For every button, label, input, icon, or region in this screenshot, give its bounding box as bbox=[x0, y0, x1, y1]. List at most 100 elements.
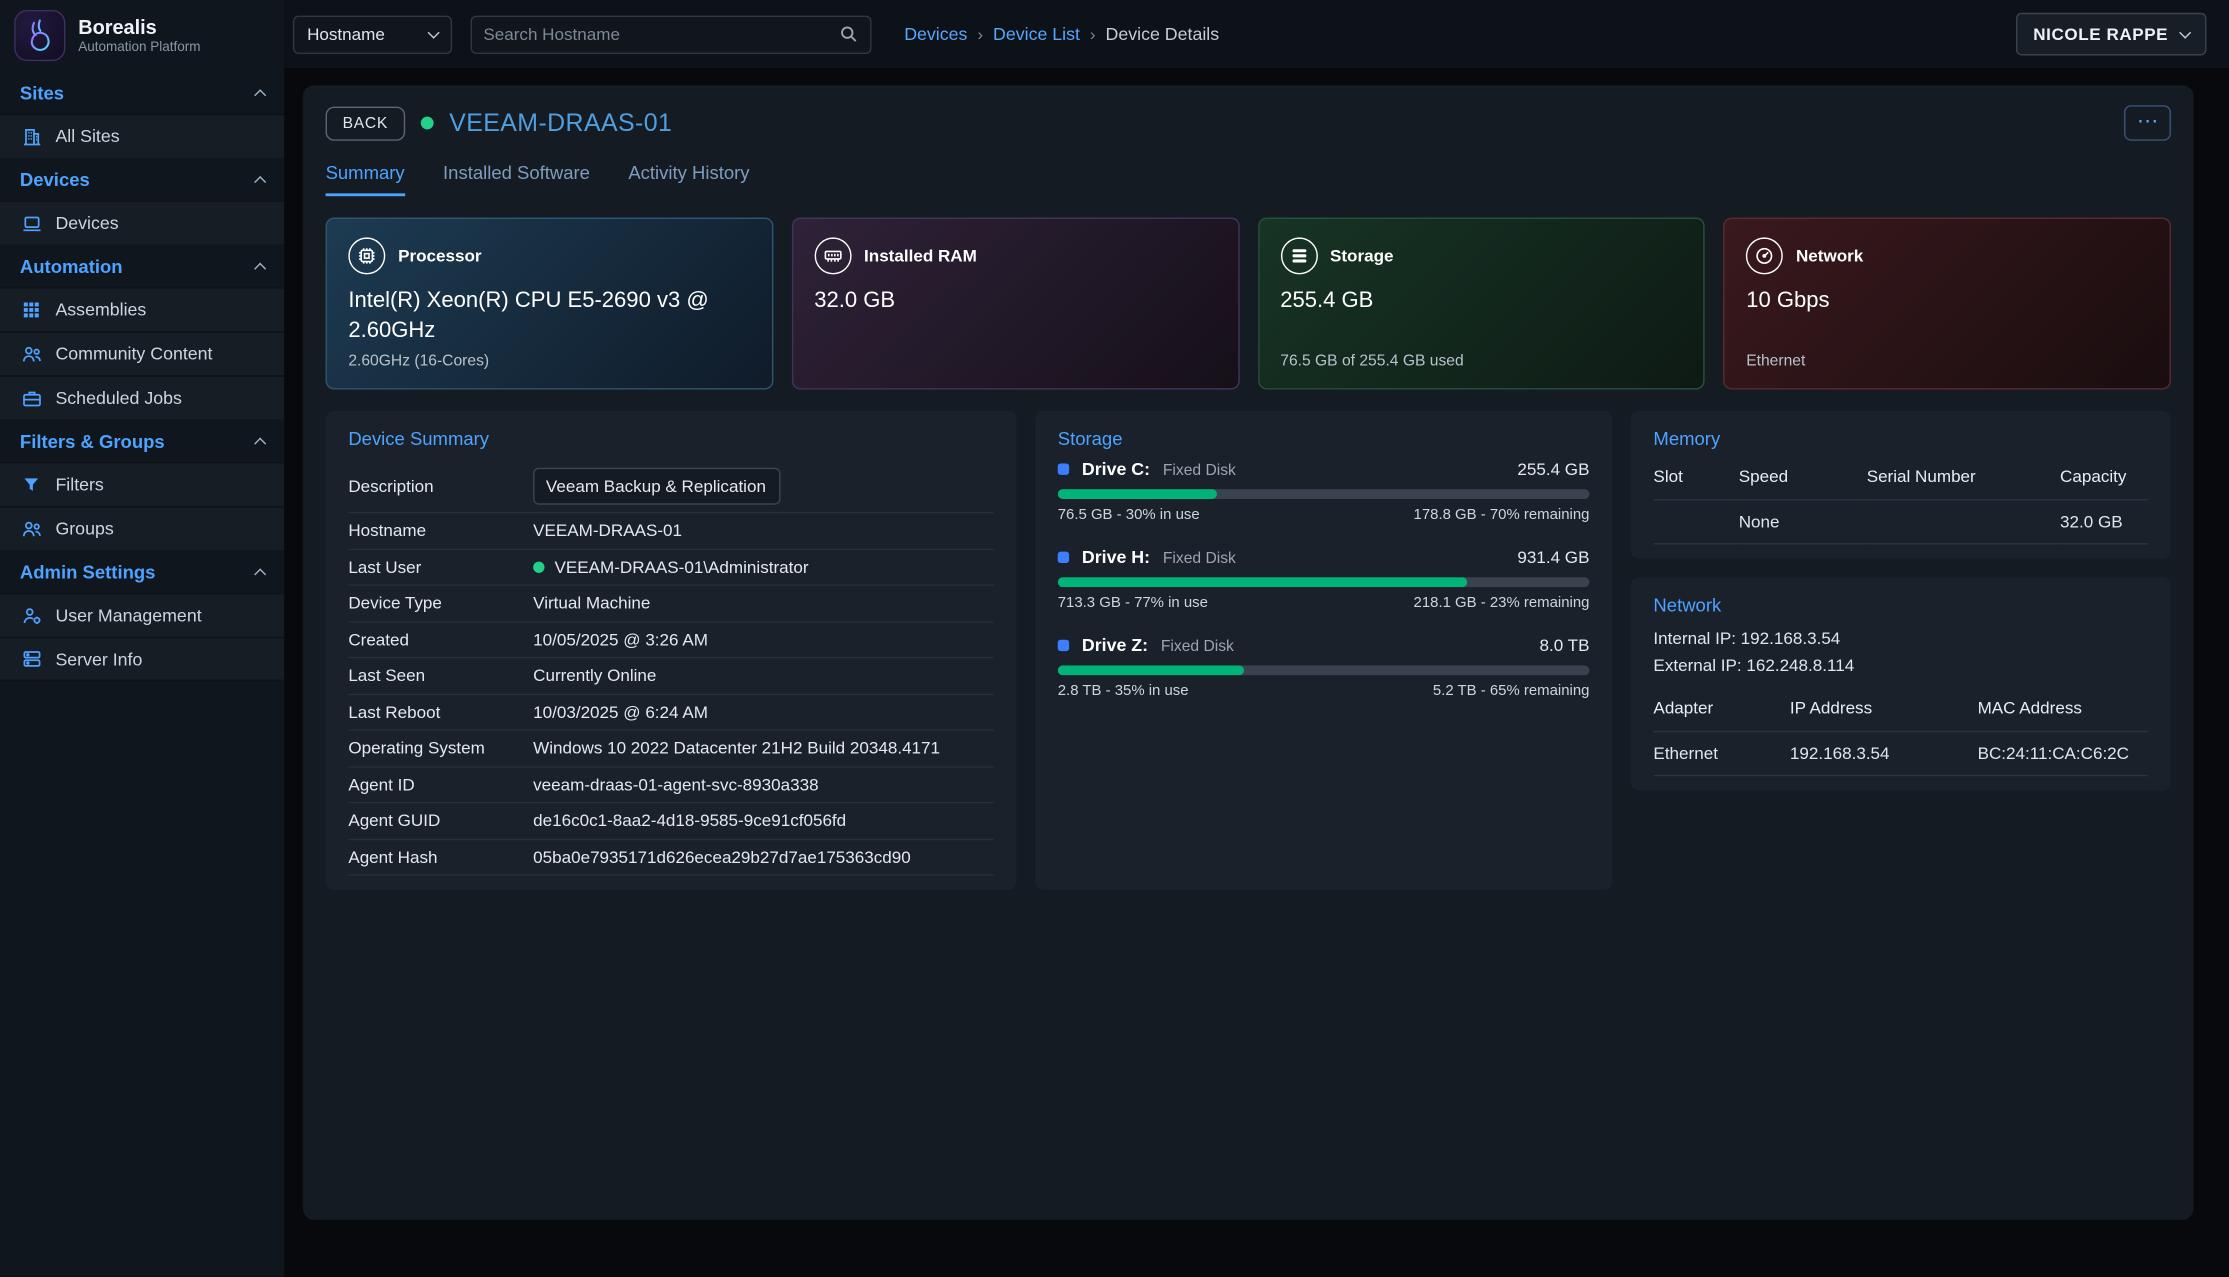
summary-row-agent-guid: Agent GUID de16c0c1-8aa2-4d18-9585-9ce91… bbox=[348, 803, 993, 839]
row-value: 10/03/2025 @ 6:24 AM bbox=[533, 702, 708, 722]
panel-title: Device Summary bbox=[348, 428, 993, 449]
more-actions-button[interactable]: ⋯ bbox=[2124, 105, 2171, 141]
row-value: VEEAM-DRAAS-01 bbox=[533, 521, 682, 541]
card-value: 10 Gbps bbox=[1746, 287, 2148, 317]
breadcrumb-devices[interactable]: Devices bbox=[904, 24, 967, 44]
tab-summary[interactable]: Summary bbox=[326, 162, 405, 196]
chevron-down-icon bbox=[2179, 26, 2191, 38]
sidebar-item-assemblies[interactable]: Assemblies bbox=[0, 287, 284, 331]
sidebar-section-sites[interactable]: Sites bbox=[0, 71, 284, 114]
description-input[interactable] bbox=[533, 467, 780, 504]
sidebar-item-all-sites[interactable]: All Sites bbox=[0, 114, 284, 158]
search-icon bbox=[839, 24, 859, 44]
sidebar-section-automation[interactable]: Automation bbox=[0, 245, 284, 288]
card-title: Processor bbox=[398, 246, 481, 266]
grid-icon bbox=[20, 299, 43, 322]
device-summary-panel: Device Summary Description Hostname VEEA… bbox=[326, 411, 1017, 890]
app-root: Borealis Automation Platform Sites All S… bbox=[0, 0, 2229, 1277]
drive-size: 255.4 GB bbox=[1517, 459, 1589, 479]
people-icon bbox=[20, 343, 43, 366]
panel-title: Network bbox=[1653, 594, 2148, 615]
chevron-up-icon bbox=[254, 568, 266, 580]
ram-icon bbox=[814, 237, 851, 274]
drive-name: Drive Z: bbox=[1082, 635, 1148, 655]
tab-installed-software[interactable]: Installed Software bbox=[443, 162, 590, 196]
hostname-filter-select[interactable]: Hostname bbox=[293, 15, 452, 53]
chevron-up-icon bbox=[254, 89, 266, 101]
summary-row-device-type: Device Type Virtual Machine bbox=[348, 586, 993, 622]
sidebar-item-label: All Sites bbox=[55, 127, 119, 147]
section-label: Admin Settings bbox=[20, 561, 156, 582]
drive-h-row: Drive H: Fixed Disk 931.4 GB 713.3 GB - … bbox=[1058, 547, 1590, 611]
drive-remaining-text: 178.8 GB - 70% remaining bbox=[1414, 506, 1590, 523]
sidebar-section-admin-settings[interactable]: Admin Settings bbox=[0, 550, 284, 593]
chevron-up-icon bbox=[254, 437, 266, 449]
sidebar-item-label: Groups bbox=[55, 519, 113, 539]
memory-cell-serial bbox=[1867, 499, 2060, 544]
filter-icon bbox=[20, 473, 43, 496]
row-label: Created bbox=[348, 629, 533, 649]
sidebar-item-community-content[interactable]: Community Content bbox=[0, 331, 284, 375]
section-label: Sites bbox=[20, 82, 64, 103]
page-header: BACK VEEAM-DRAAS-01 ⋯ bbox=[326, 105, 2171, 141]
briefcase-icon bbox=[20, 387, 43, 410]
drive-type: Fixed Disk bbox=[1161, 638, 1234, 655]
sidebar-item-label: Filters bbox=[55, 475, 103, 495]
sidebar-item-label: Devices bbox=[55, 213, 118, 233]
sidebar-item-filters[interactable]: Filters bbox=[0, 462, 284, 506]
card-value: 255.4 GB bbox=[1280, 287, 1682, 317]
memory-header-speed: Speed bbox=[1739, 459, 1867, 499]
user-menu-button[interactable]: NICOLE RAPPE bbox=[2016, 13, 2206, 56]
drive-used-text: 2.8 TB - 35% in use bbox=[1058, 682, 1189, 699]
server-icon bbox=[20, 648, 43, 671]
search-box bbox=[471, 15, 872, 53]
disks-icon bbox=[1280, 237, 1317, 274]
row-label: Agent Hash bbox=[348, 847, 533, 867]
sidebar-item-scheduled-jobs[interactable]: Scheduled Jobs bbox=[0, 375, 284, 419]
row-label: Last Reboot bbox=[348, 702, 533, 722]
chevron-up-icon bbox=[254, 175, 266, 187]
memory-cell-slot bbox=[1653, 499, 1738, 544]
sidebar-section-devices[interactable]: Devices bbox=[0, 158, 284, 201]
sidebar-item-server-info[interactable]: Server Info bbox=[0, 637, 284, 681]
network-header-adapter: Adapter bbox=[1653, 691, 1789, 731]
lower-panels: Device Summary Description Hostname VEEA… bbox=[326, 411, 2171, 890]
panel-title: Storage bbox=[1058, 428, 1590, 449]
drive-size: 931.4 GB bbox=[1517, 547, 1589, 567]
brand-subtitle: Automation Platform bbox=[78, 40, 200, 56]
main-column: Hostname Devices › Device List › Device … bbox=[284, 0, 2229, 1277]
storage-panel: Storage Drive C: Fixed Disk 255.4 GB bbox=[1035, 411, 1612, 890]
card-subtitle: 76.5 GB of 255.4 GB used bbox=[1280, 353, 1682, 370]
sidebar-item-user-management[interactable]: User Management bbox=[0, 593, 284, 637]
card-title: Storage bbox=[1330, 246, 1394, 266]
section-label: Filters & Groups bbox=[20, 430, 165, 451]
tab-activity-history[interactable]: Activity History bbox=[628, 162, 749, 196]
summary-row-operating-system: Operating System Windows 10 2022 Datacen… bbox=[348, 731, 993, 767]
summary-row-last-seen: Last Seen Currently Online bbox=[348, 658, 993, 694]
drive-remaining-text: 218.1 GB - 23% remaining bbox=[1414, 594, 1590, 611]
cpu-icon bbox=[348, 237, 385, 274]
right-panels-column: Memory Slot Speed Serial Number Capacity… bbox=[1631, 411, 2171, 791]
memory-panel: Memory Slot Speed Serial Number Capacity… bbox=[1631, 411, 2171, 559]
sidebar-item-groups[interactable]: Groups bbox=[0, 506, 284, 550]
card-value: Intel(R) Xeon(R) CPU E5-2690 v3 @ 2.60GH… bbox=[348, 287, 750, 346]
breadcrumb-device-list[interactable]: Device List bbox=[993, 24, 1080, 44]
drive-bullet-icon bbox=[1058, 552, 1069, 563]
drive-usage-bar bbox=[1058, 489, 1590, 499]
sidebar-section-filters-groups[interactable]: Filters & Groups bbox=[0, 419, 284, 462]
online-status-icon bbox=[421, 117, 434, 130]
card-subtitle: Ethernet bbox=[1746, 353, 2148, 370]
sidebar-item-devices[interactable]: Devices bbox=[0, 200, 284, 244]
summary-row-last-user: Last User VEEAM-DRAAS-01\Administrator bbox=[348, 549, 993, 585]
search-input[interactable] bbox=[483, 24, 838, 44]
breadcrumb-device-details: Device Details bbox=[1106, 24, 1220, 44]
section-label: Automation bbox=[20, 255, 123, 276]
brand: Borealis Automation Platform bbox=[0, 0, 284, 71]
row-label: Device Type bbox=[348, 593, 533, 613]
network-header-ip: IP Address bbox=[1790, 691, 1978, 731]
row-value: de16c0c1-8aa2-4d18-9585-9ce91cf056fd bbox=[533, 811, 846, 831]
summary-row-description: Description bbox=[348, 459, 993, 513]
back-button[interactable]: BACK bbox=[326, 106, 406, 140]
summary-row-created: Created 10/05/2025 @ 3:26 AM bbox=[348, 622, 993, 658]
breadcrumb-separator: › bbox=[1090, 24, 1096, 44]
